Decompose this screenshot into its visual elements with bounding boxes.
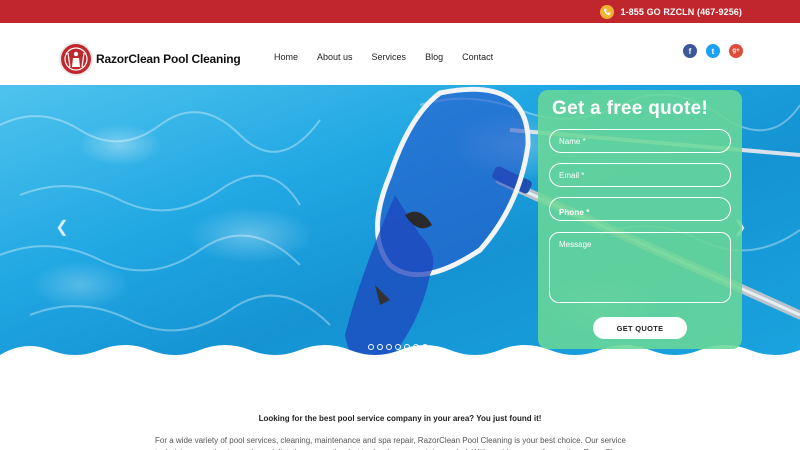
nav-about-us[interactable]: About us bbox=[317, 52, 353, 62]
nav-blog[interactable]: Blog bbox=[425, 52, 443, 62]
slider-dot[interactable] bbox=[386, 344, 392, 350]
logo-emblem bbox=[59, 42, 93, 76]
intro-section: Looking for the best pool service compan… bbox=[0, 375, 800, 450]
logo-text: RazorClean Pool Cleaning bbox=[96, 52, 241, 66]
google-plus-icon[interactable]: g+ bbox=[729, 44, 743, 58]
phone-number-link[interactable]: 1-855 GO RZCLN (467-9256) bbox=[600, 4, 742, 20]
slider-dot[interactable] bbox=[404, 344, 410, 350]
slider-pagination bbox=[368, 344, 428, 350]
get-quote-button[interactable]: GET QUOTE bbox=[593, 317, 687, 339]
name-field[interactable]: Name * bbox=[549, 129, 731, 153]
top-bar: 1-855 GO RZCLN (467-9256) bbox=[0, 0, 800, 23]
intro-headline: Looking for the best pool service compan… bbox=[258, 414, 542, 423]
message-field[interactable]: Message bbox=[549, 232, 731, 303]
nav-home[interactable]: Home bbox=[274, 52, 298, 62]
intro-paragraph: For a wide variety of pool services, cle… bbox=[155, 436, 626, 450]
twitter-icon[interactable]: t bbox=[706, 44, 720, 58]
site-logo[interactable]: RazorClean Pool Cleaning bbox=[59, 42, 241, 76]
social-links: f t g+ bbox=[683, 44, 743, 58]
nav-services[interactable]: Services bbox=[372, 52, 407, 62]
phone-icon bbox=[600, 5, 615, 19]
quote-form: Get a free quote! Name * Email * Phone *… bbox=[538, 90, 742, 349]
nav-contact[interactable]: Contact bbox=[462, 52, 493, 62]
phone-field[interactable]: Phone * bbox=[549, 197, 731, 221]
slider-dot-active[interactable] bbox=[422, 344, 428, 350]
quote-form-title: Get a free quote! bbox=[552, 98, 709, 119]
phone-number-text: 1-855 GO RZCLN (467-9256) bbox=[620, 7, 742, 17]
slider-dot[interactable] bbox=[377, 344, 383, 350]
slider-prev-arrow[interactable]: ❮ bbox=[54, 217, 70, 237]
site-header: RazorClean Pool Cleaning Home About us S… bbox=[0, 23, 800, 85]
slider-dot[interactable] bbox=[413, 344, 419, 350]
email-field[interactable]: Email * bbox=[549, 163, 731, 187]
slider-dot[interactable] bbox=[368, 344, 374, 350]
main-nav: Home About us Services Blog Contact bbox=[274, 52, 512, 62]
slider-dot[interactable] bbox=[395, 344, 401, 350]
facebook-icon[interactable]: f bbox=[683, 44, 697, 58]
